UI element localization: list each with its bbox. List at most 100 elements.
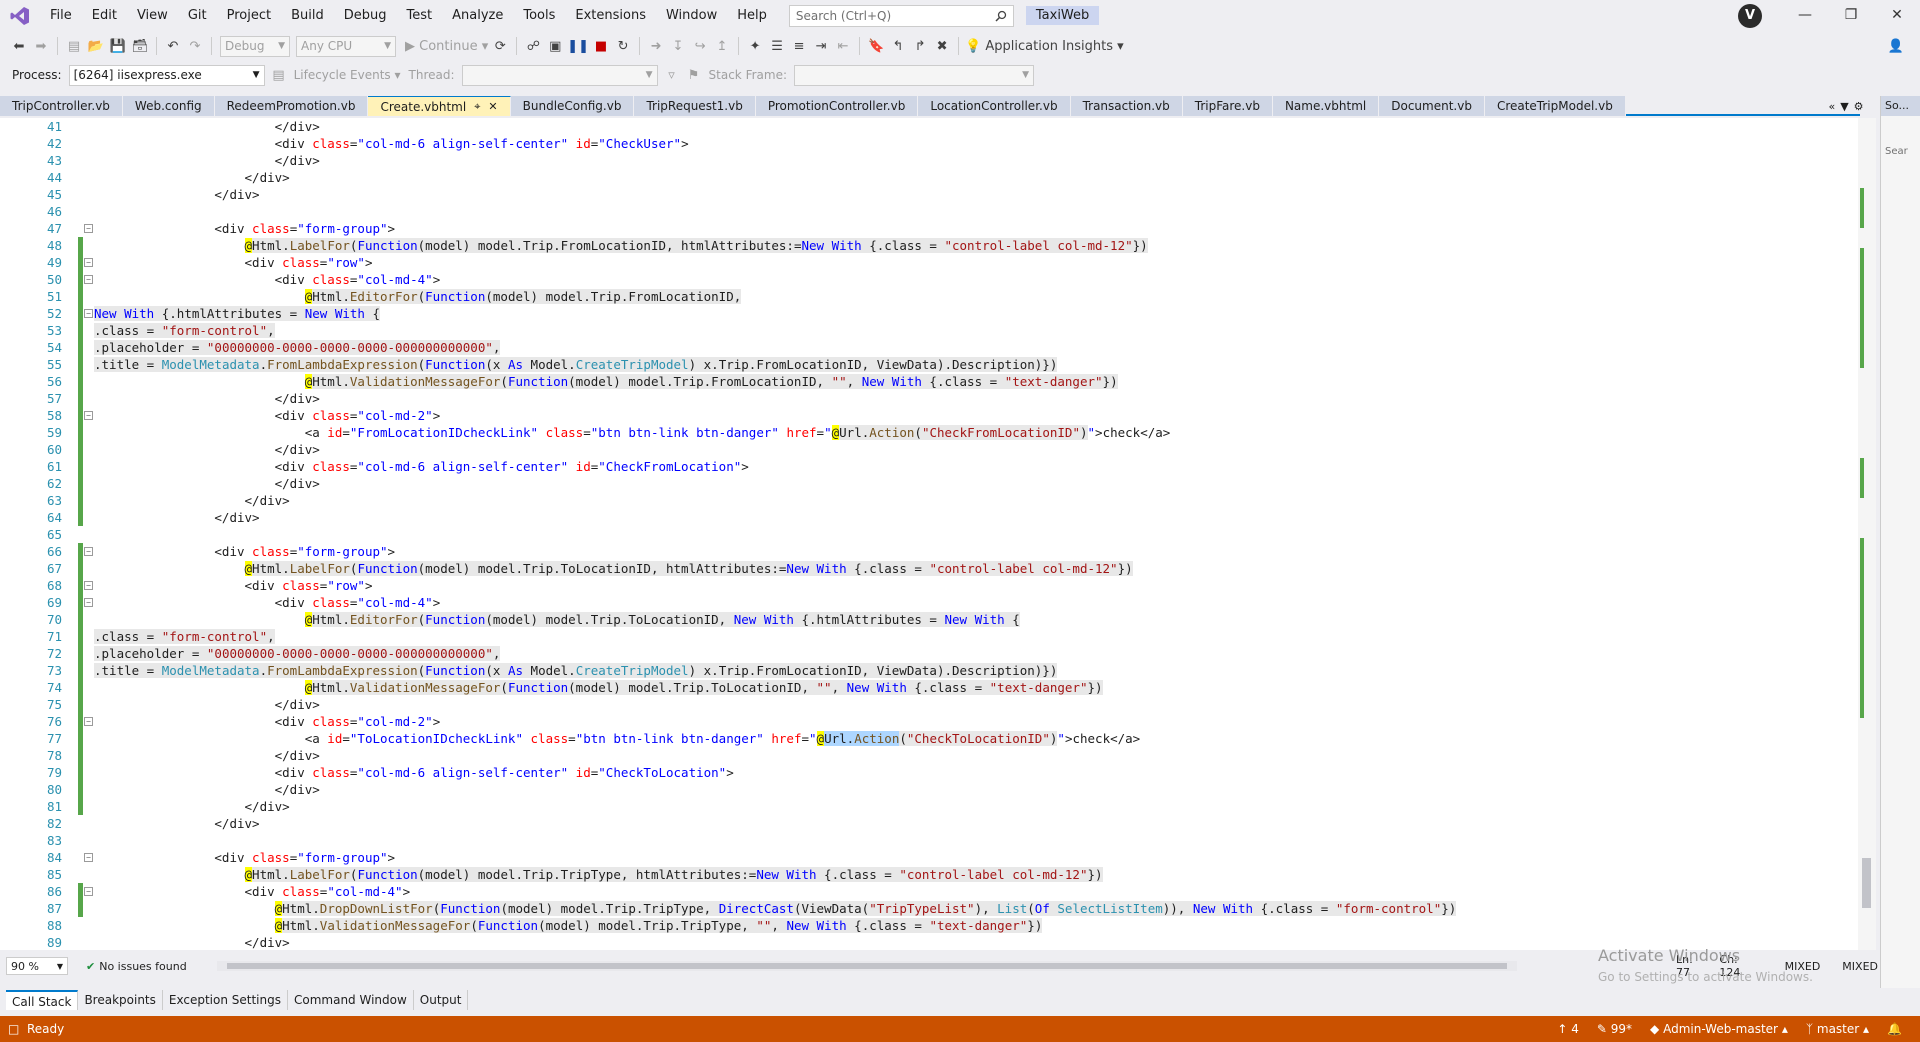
stack-frame-dropdown[interactable]: ▼ bbox=[794, 64, 1034, 86]
code-line[interactable]: 83 bbox=[0, 832, 1858, 849]
code-line[interactable]: 44 </div> bbox=[0, 169, 1858, 186]
collapse-icon[interactable]: − bbox=[84, 411, 93, 420]
tab-redeempromotion-vb[interactable]: RedeemPromotion.vb bbox=[214, 96, 369, 116]
code-line[interactable]: 67 @Html.LabelFor(Function(model) model.… bbox=[0, 560, 1858, 577]
tab-create-vbhtml[interactable]: Create.vbhtml ⌖ ✕ bbox=[368, 96, 511, 116]
clear-bookmarks-icon[interactable]: ✖ bbox=[932, 35, 952, 57]
step-over-icon[interactable]: ↪ bbox=[690, 35, 710, 57]
step-out-icon[interactable]: ↥ bbox=[712, 35, 732, 57]
code-line[interactable]: 58 − <div class="col-md-2"> bbox=[0, 407, 1858, 424]
code-line[interactable]: 79 <div class="col-md-6 align-self-cente… bbox=[0, 764, 1858, 781]
refresh-icon[interactable]: ⟳ bbox=[490, 35, 510, 57]
menu-help[interactable]: Help bbox=[727, 0, 777, 31]
code-line[interactable]: 61 <div class="col-md-6 align-self-cente… bbox=[0, 458, 1858, 475]
save-all-icon[interactable]: 🗃 bbox=[130, 35, 150, 57]
next-bookmark-icon[interactable]: ↱ bbox=[910, 35, 930, 57]
notifications-icon[interactable]: 🔔 bbox=[1887, 1022, 1902, 1036]
format-icon[interactable]: ☰ bbox=[767, 35, 787, 57]
tool-tab-breakpoints[interactable]: Breakpoints bbox=[78, 990, 163, 1010]
tab-list-icon[interactable]: ▼ bbox=[1840, 100, 1848, 113]
close-tab-icon[interactable]: ✕ bbox=[488, 100, 497, 113]
lifecycle-events-icon[interactable]: ▤ bbox=[269, 64, 289, 86]
horizontal-scrollbar[interactable] bbox=[216, 961, 1517, 971]
menu-analyze[interactable]: Analyze bbox=[442, 0, 513, 31]
push-indicator[interactable]: ↑ 4 bbox=[1557, 1022, 1579, 1036]
encoding-type[interactable]: MIXED bbox=[1842, 960, 1878, 973]
code-line[interactable]: 54 .placeholder = "00000000-0000-0000-000… bbox=[0, 339, 1858, 356]
code-line[interactable]: 88 @Html.ValidationMessageFor(Function(m… bbox=[0, 917, 1858, 934]
code-line[interactable]: 45 </div> bbox=[0, 186, 1858, 203]
close-window-icon[interactable]: ✕ bbox=[1874, 0, 1920, 31]
tab-bundleconfig-vb[interactable]: BundleConfig.vb bbox=[510, 96, 635, 116]
lifecycle-events-dropdown[interactable]: Lifecycle Events ▾ bbox=[294, 68, 401, 82]
code-line[interactable]: 77 <a id="ToLocationIDcheckLink" class="… bbox=[0, 730, 1858, 747]
thread-dropdown[interactable]: ▼ bbox=[461, 64, 658, 86]
code-line[interactable]: 46 bbox=[0, 203, 1858, 220]
continue-button[interactable]: ▶ Continue ▾ bbox=[405, 35, 488, 57]
bookmark-icon[interactable]: 🔖 bbox=[866, 35, 886, 57]
zoom-dropdown[interactable]: 90 % ▼ bbox=[6, 957, 68, 975]
stop-icon[interactable]: ■ bbox=[591, 35, 611, 57]
code-line[interactable]: 80 </div> bbox=[0, 781, 1858, 798]
indent-icon[interactable]: ⇥ bbox=[811, 35, 831, 57]
code-line[interactable]: 71 .class = "form-control", bbox=[0, 628, 1858, 645]
code-editor[interactable]: 41 </div> 42 <div class="col-md-6 align-s… bbox=[0, 118, 1858, 950]
code-line[interactable]: 70 @Html.EditorFor(Function(model) model… bbox=[0, 611, 1858, 628]
solution-explorer-title[interactable]: So... bbox=[1881, 96, 1920, 116]
code-line[interactable]: 53 .class = "form-control", bbox=[0, 322, 1858, 339]
code-line[interactable]: 60 </div> bbox=[0, 441, 1858, 458]
minimize-icon[interactable]: — bbox=[1782, 0, 1828, 31]
tool-tab-call-stack[interactable]: Call Stack bbox=[6, 990, 79, 1010]
prev-bookmark-icon[interactable]: ↰ bbox=[888, 35, 908, 57]
collapse-icon[interactable]: − bbox=[84, 275, 93, 284]
code-line[interactable]: 68 − <div class="row"> bbox=[0, 577, 1858, 594]
scrollbar-thumb[interactable] bbox=[1862, 858, 1871, 908]
step-into-icon[interactable]: ↧ bbox=[668, 35, 688, 57]
code-line[interactable]: 41 </div> bbox=[0, 118, 1858, 135]
pause-icon[interactable]: ❚❚ bbox=[567, 35, 589, 57]
menu-file[interactable]: File bbox=[40, 0, 82, 31]
code-line[interactable]: 69 − <div class="col-md-4"> bbox=[0, 594, 1858, 611]
new-project-icon[interactable]: ▤ bbox=[64, 35, 84, 57]
solution-explorer-search[interactable]: Sear bbox=[1881, 146, 1920, 157]
code-line[interactable]: 78 </div> bbox=[0, 747, 1858, 764]
tool-tab-exception-settings[interactable]: Exception Settings bbox=[163, 990, 288, 1010]
code-line[interactable]: 50 − <div class="col-md-4"> bbox=[0, 271, 1858, 288]
menu-view[interactable]: View bbox=[127, 0, 178, 31]
code-line[interactable]: 57 </div> bbox=[0, 390, 1858, 407]
collapse-icon[interactable]: − bbox=[84, 309, 93, 318]
flag-thread-icon[interactable]: ⚑ bbox=[684, 64, 704, 86]
tab-name-vbhtml[interactable]: Name.vbhtml bbox=[1272, 96, 1380, 116]
menu-edit[interactable]: Edit bbox=[82, 0, 127, 31]
collapse-icon[interactable]: − bbox=[84, 224, 93, 233]
tab-transaction-vb[interactable]: Transaction.vb bbox=[1070, 96, 1183, 116]
tool-tab-output[interactable]: Output bbox=[414, 990, 469, 1010]
code-line[interactable]: 63 </div> bbox=[0, 492, 1858, 509]
outdent-icon[interactable]: ⇤ bbox=[833, 35, 853, 57]
screenshot-icon[interactable]: ▣ bbox=[545, 35, 565, 57]
code-line[interactable]: 47 − <div class="form-group"> bbox=[0, 220, 1858, 237]
tab-promotioncontroller-vb[interactable]: PromotionController.vb bbox=[755, 96, 919, 116]
code-line[interactable]: 59 <a id="FromLocationIDcheckLink" class… bbox=[0, 424, 1858, 441]
tab-document-vb[interactable]: Document.vb bbox=[1379, 96, 1485, 116]
code-line[interactable]: 82 </div> bbox=[0, 815, 1858, 832]
process-dropdown[interactable]: [6264] iisexpress.exe ▼ bbox=[68, 64, 265, 86]
code-line[interactable]: 43 </div> bbox=[0, 152, 1858, 169]
code-line[interactable]: 66 − <div class="form-group"> bbox=[0, 543, 1858, 560]
settings-icon[interactable]: ⚙ bbox=[1854, 100, 1864, 113]
code-line[interactable]: 56 @Html.ValidationMessageFor(Function(m… bbox=[0, 373, 1858, 390]
hot-reload-icon[interactable]: ✦ bbox=[745, 35, 765, 57]
menu-git[interactable]: Git bbox=[178, 0, 217, 31]
collapse-icon[interactable]: − bbox=[84, 547, 93, 556]
back-icon[interactable]: ⬅ bbox=[9, 35, 29, 57]
code-line[interactable]: 74 @Html.ValidationMessageFor(Function(m… bbox=[0, 679, 1858, 696]
repository-indicator[interactable]: ◆ Admin-Web-master ▴ bbox=[1650, 1022, 1788, 1036]
tab-web-config[interactable]: Web.config bbox=[122, 96, 215, 116]
collapse-icon[interactable]: − bbox=[84, 581, 93, 590]
code-line[interactable]: 76 − <div class="col-md-2"> bbox=[0, 713, 1858, 730]
code-line[interactable]: 81 </div> bbox=[0, 798, 1858, 815]
forward-icon[interactable]: ➡ bbox=[31, 35, 51, 57]
code-line[interactable]: 86 − <div class="col-md-4"> bbox=[0, 883, 1858, 900]
platform-dropdown[interactable]: Any CPU ▼ bbox=[296, 35, 396, 57]
tab-triprequest1-vb[interactable]: TripRequest1.vb bbox=[634, 96, 756, 116]
